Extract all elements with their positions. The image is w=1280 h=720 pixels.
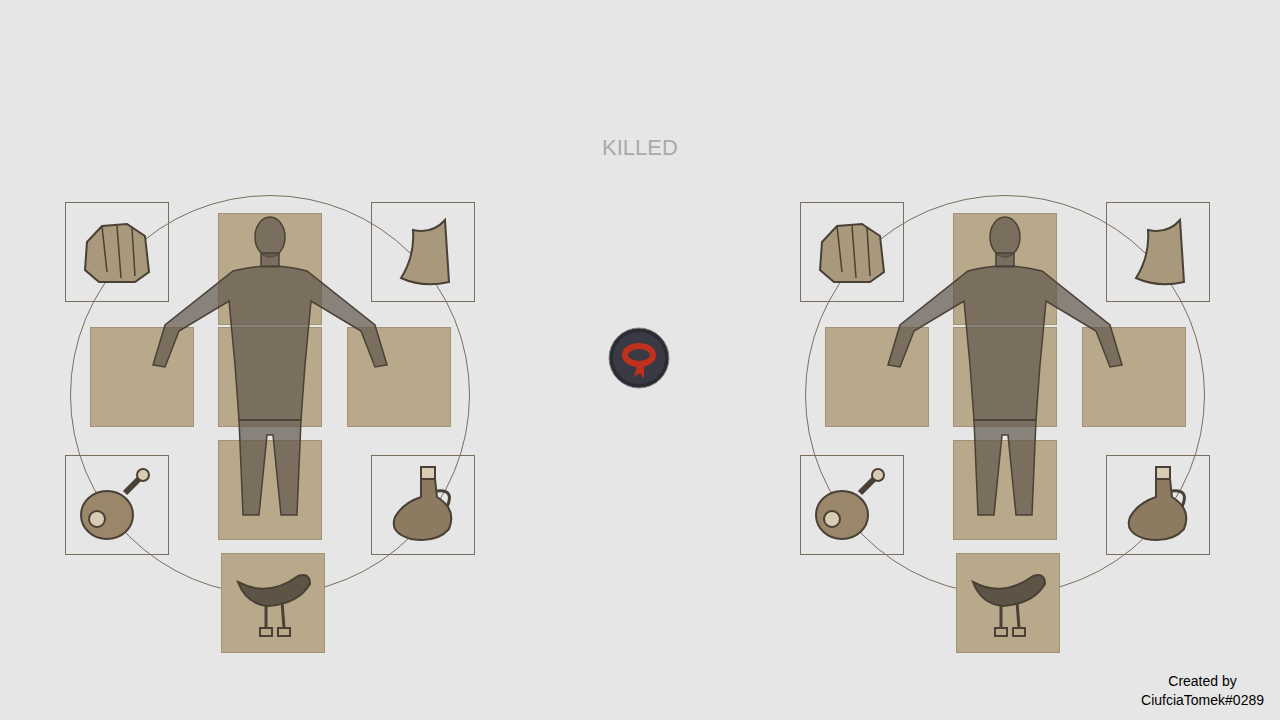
saddle-slot[interactable]: [221, 553, 325, 653]
left-arm-slot[interactable]: [90, 327, 194, 427]
ham-icon: [75, 463, 159, 547]
left-arm-slot[interactable]: [825, 327, 929, 427]
ham-icon: [810, 463, 894, 547]
body-figure-icon: [125, 215, 415, 535]
potion-slot[interactable]: [371, 455, 475, 555]
legs-slot[interactable]: [218, 440, 322, 540]
armor-slot[interactable]: [65, 202, 169, 302]
body-figure-icon: [860, 215, 1150, 535]
credit: Created byCiufciaTomek#0289: [1141, 672, 1264, 710]
armor-icon: [77, 212, 157, 292]
saddle-icon: [963, 558, 1053, 648]
saddle-icon: [228, 558, 318, 648]
right-arm-slot[interactable]: [347, 327, 451, 427]
cape-icon: [1118, 212, 1198, 292]
cape-slot[interactable]: [1106, 202, 1210, 302]
potion-icon: [1116, 463, 1200, 547]
cape-slot[interactable]: [371, 202, 475, 302]
saddle-slot[interactable]: [956, 553, 1060, 653]
equipment-panel: [800, 193, 1212, 655]
legs-slot[interactable]: [953, 440, 1057, 540]
panels-row: [0, 193, 1280, 655]
potion-icon: [381, 463, 465, 547]
right-arm-slot[interactable]: [1082, 327, 1186, 427]
armor-slot[interactable]: [800, 202, 904, 302]
equipment-panel: [65, 193, 477, 655]
status-title: KILLED: [602, 0, 678, 162]
cape-icon: [383, 212, 463, 292]
credit-author: CiufciaTomek#0289: [1141, 691, 1264, 710]
food-slot[interactable]: [65, 455, 169, 555]
seal-icon: [608, 327, 670, 389]
screen: KILLED Created byCiufciaTomek#0289: [0, 0, 1280, 720]
credit-label: Created by: [1168, 672, 1236, 691]
food-slot[interactable]: [800, 455, 904, 555]
potion-slot[interactable]: [1106, 455, 1210, 555]
armor-icon: [812, 212, 892, 292]
